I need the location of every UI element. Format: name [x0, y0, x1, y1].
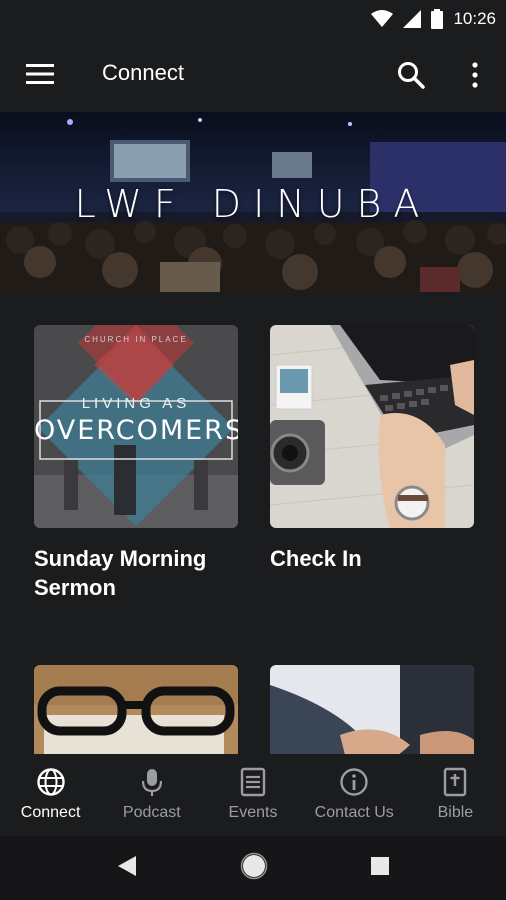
- hands-thumbnail: [270, 665, 474, 754]
- nav-item-connect[interactable]: Connect: [0, 754, 101, 836]
- bottom-navigation: Connect Podcast Events Contact Us Bible: [0, 754, 506, 836]
- recents-icon[interactable]: [370, 856, 390, 876]
- nav-label: Events: [228, 804, 278, 821]
- nav-label: Contact Us: [314, 804, 394, 821]
- nav-item-contact-us[interactable]: Contact Us: [304, 754, 405, 836]
- wifi-icon: [371, 10, 394, 27]
- status-time: 10:26: [453, 9, 496, 28]
- nav-label: Bible: [437, 804, 474, 821]
- sermon-thumbnail: CHURCH IN PLACE LIVING AS OVERCOMERS: [34, 325, 238, 528]
- hero-title: LWF DINUBA: [74, 182, 432, 226]
- search-icon[interactable]: [396, 60, 426, 90]
- back-icon[interactable]: [116, 854, 138, 878]
- status-icons: 10:26: [371, 6, 496, 32]
- info-icon: [340, 768, 368, 796]
- sermon-thumbnail-subtitle: LIVING AS: [81, 395, 191, 412]
- page-title: Connect: [102, 60, 184, 85]
- sermon-thumbnail-header-text: CHURCH IN PLACE: [84, 335, 188, 344]
- sermon-thumbnail-title: OVERCOMERS: [34, 415, 238, 446]
- battery-icon: [431, 9, 444, 29]
- cellular-signal-icon: [403, 10, 422, 28]
- card-label: Sunday Morning Sermon: [34, 546, 207, 600]
- globe-icon: [36, 768, 65, 796]
- bible-icon: [444, 767, 467, 797]
- app-bar: Connect: [0, 38, 506, 112]
- card-glasses[interactable]: [34, 665, 238, 754]
- hero-banner: LWF DINUBA: [0, 112, 506, 292]
- microphone-icon: [141, 769, 162, 796]
- hamburger-menu-icon[interactable]: [26, 62, 54, 86]
- nav-item-events[interactable]: Events: [202, 754, 303, 836]
- system-navigation-bar: [0, 836, 506, 900]
- card-sunday-morning-sermon[interactable]: CHURCH IN PLACE LIVING AS OVERCOMERS Sun…: [34, 325, 238, 602]
- events-icon: [240, 767, 266, 797]
- status-bar: 10:26: [0, 0, 506, 38]
- nav-label: Podcast: [122, 804, 181, 821]
- nav-label: Connect: [20, 804, 81, 821]
- nav-item-podcast[interactable]: Podcast: [101, 754, 202, 836]
- check-in-thumbnail: [270, 325, 474, 528]
- content-grid: CHURCH IN PLACE LIVING AS OVERCOMERS Sun…: [0, 292, 506, 754]
- card-hands[interactable]: [270, 665, 474, 754]
- more-options-icon[interactable]: [466, 60, 484, 90]
- glasses-thumbnail: [34, 665, 238, 754]
- nav-item-bible[interactable]: Bible: [405, 754, 506, 836]
- home-icon[interactable]: [240, 852, 268, 880]
- card-label: Check In: [270, 546, 362, 571]
- card-check-in[interactable]: Check In: [270, 325, 474, 573]
